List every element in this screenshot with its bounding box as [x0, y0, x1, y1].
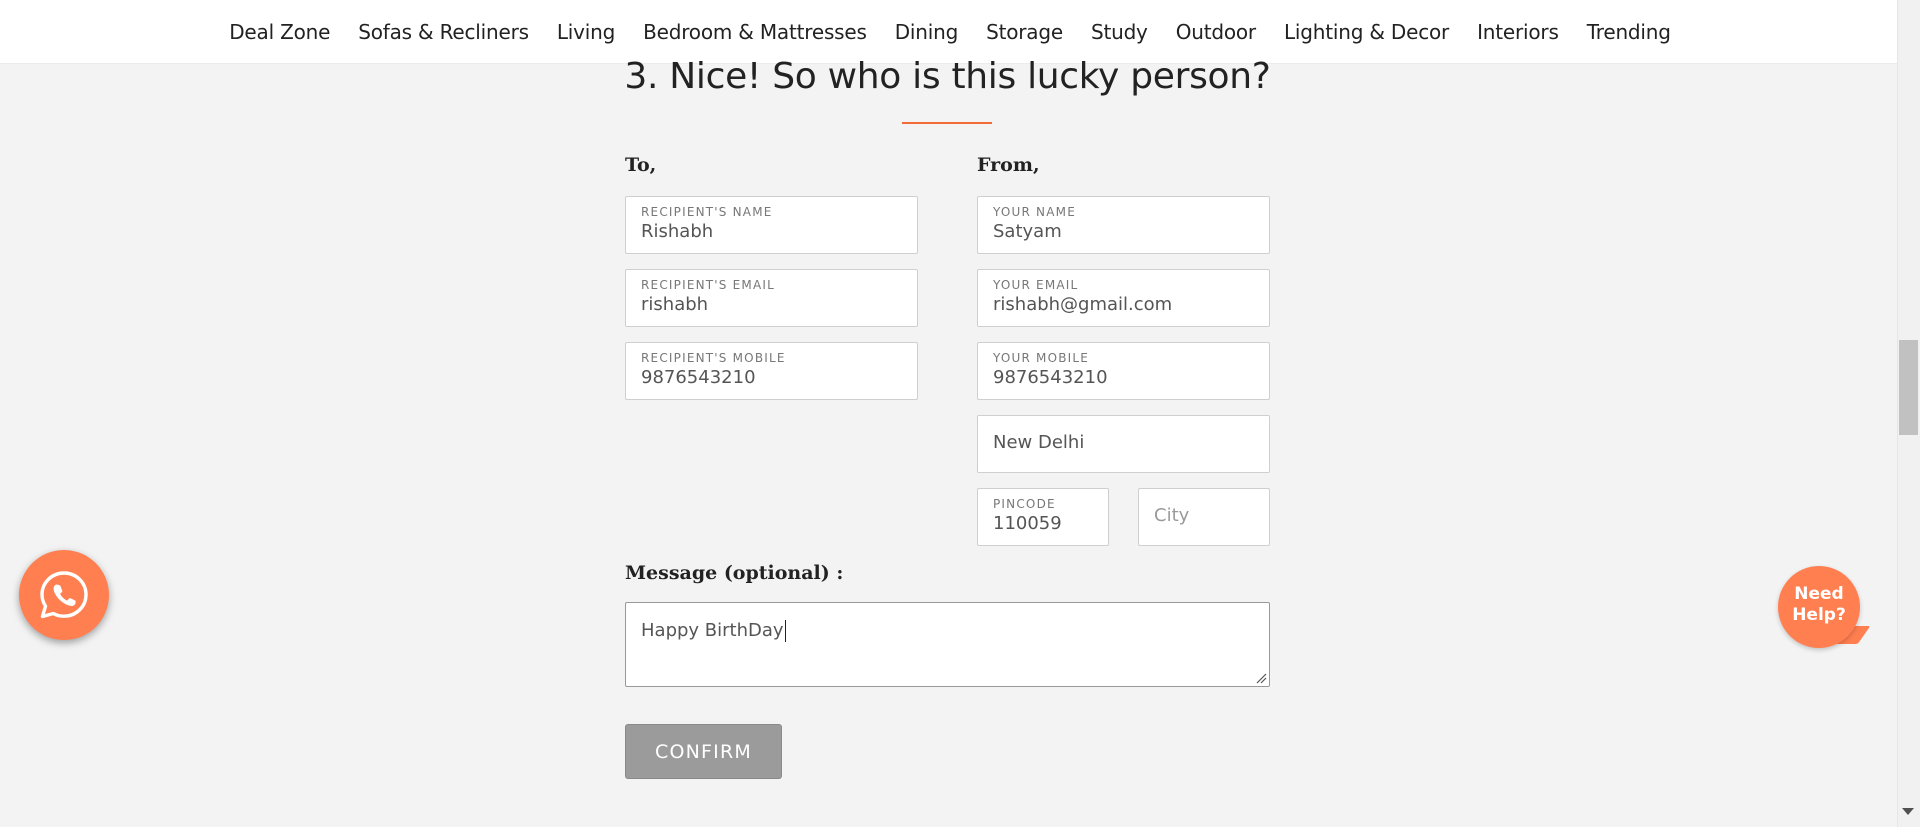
scrollbar-thumb[interactable]	[1899, 340, 1918, 435]
nav-item-storage[interactable]: Storage	[986, 20, 1063, 44]
need-help-button[interactable]: Need Help?	[1778, 566, 1860, 648]
your-email-field[interactable]: YOUR EMAIL rishabh@gmail.com	[977, 269, 1270, 327]
nav-item-dining[interactable]: Dining	[895, 20, 959, 44]
whatsapp-button[interactable]	[19, 550, 109, 640]
to-heading: To,	[625, 154, 657, 176]
address-value: New Delhi	[993, 432, 1085, 453]
nav-item-living[interactable]: Living	[557, 20, 615, 44]
nav-item-outdoor[interactable]: Outdoor	[1176, 20, 1256, 44]
scroll-down-arrow-icon[interactable]	[1902, 808, 1914, 815]
city-field[interactable]: City	[1138, 488, 1270, 546]
resize-handle-icon[interactable]	[1255, 672, 1267, 684]
nav-item-interiors[interactable]: Interiors	[1477, 20, 1559, 44]
nav-item-sofas-recliners[interactable]: Sofas & Recliners	[358, 20, 529, 44]
section-title: 3. Nice! So who is this lucky person?	[624, 56, 1271, 97]
title-underline	[902, 122, 992, 124]
recipient-mobile-label: RECIPIENT'S MOBILE	[641, 351, 786, 365]
text-caret	[784, 620, 786, 642]
recipient-name-value: Rishabh	[641, 221, 714, 242]
message-label: Message (optional) :	[625, 562, 844, 584]
your-mobile-label: YOUR MOBILE	[993, 351, 1090, 365]
recipient-name-label: RECIPIENT'S NAME	[641, 205, 773, 219]
top-navigation: Deal Zone Sofas & Recliners Living Bedro…	[0, 0, 1900, 64]
nav-item-study[interactable]: Study	[1091, 20, 1148, 44]
nav-item-bedroom-mattresses[interactable]: Bedroom & Mattresses	[643, 20, 867, 44]
nav-item-lighting-decor[interactable]: Lighting & Decor	[1284, 20, 1449, 44]
message-textarea[interactable]: Happy BirthDay	[625, 602, 1270, 687]
recipient-name-field[interactable]: RECIPIENT'S NAME Rishabh	[625, 196, 918, 254]
need-help-label: Need Help?	[1778, 584, 1860, 626]
confirm-button[interactable]: CONFIRM	[625, 724, 782, 779]
recipient-mobile-field[interactable]: RECIPIENT'S MOBILE 9876543210	[625, 342, 918, 400]
your-email-value: rishabh@gmail.com	[993, 294, 1173, 315]
your-mobile-field[interactable]: YOUR MOBILE 9876543210	[977, 342, 1270, 400]
need-help-line2: Help?	[1792, 605, 1846, 625]
city-placeholder: City	[1154, 505, 1190, 526]
whatsapp-icon	[40, 571, 88, 619]
your-email-label: YOUR EMAIL	[993, 278, 1079, 292]
message-text: Happy BirthDay	[641, 620, 784, 641]
address-field[interactable]: New Delhi	[977, 415, 1270, 473]
your-name-value: Satyam	[993, 221, 1062, 242]
need-help-line1: Need	[1794, 584, 1844, 604]
nav-item-trending[interactable]: Trending	[1587, 20, 1671, 44]
your-name-label: YOUR NAME	[993, 205, 1076, 219]
pincode-label: PINCODE	[993, 497, 1056, 511]
nav-item-deal-zone[interactable]: Deal Zone	[229, 20, 330, 44]
pincode-field[interactable]: PINCODE 110059	[977, 488, 1109, 546]
recipient-email-field[interactable]: RECIPIENT'S EMAIL rishabh	[625, 269, 918, 327]
recipient-email-value: rishabh	[641, 294, 709, 315]
your-mobile-value: 9876543210	[993, 367, 1108, 388]
from-heading: From,	[977, 154, 1040, 176]
message-value: Happy BirthDay	[641, 620, 786, 642]
your-name-field[interactable]: YOUR NAME Satyam	[977, 196, 1270, 254]
recipient-email-label: RECIPIENT'S EMAIL	[641, 278, 776, 292]
recipient-mobile-value: 9876543210	[641, 367, 756, 388]
pincode-value: 110059	[993, 513, 1062, 534]
